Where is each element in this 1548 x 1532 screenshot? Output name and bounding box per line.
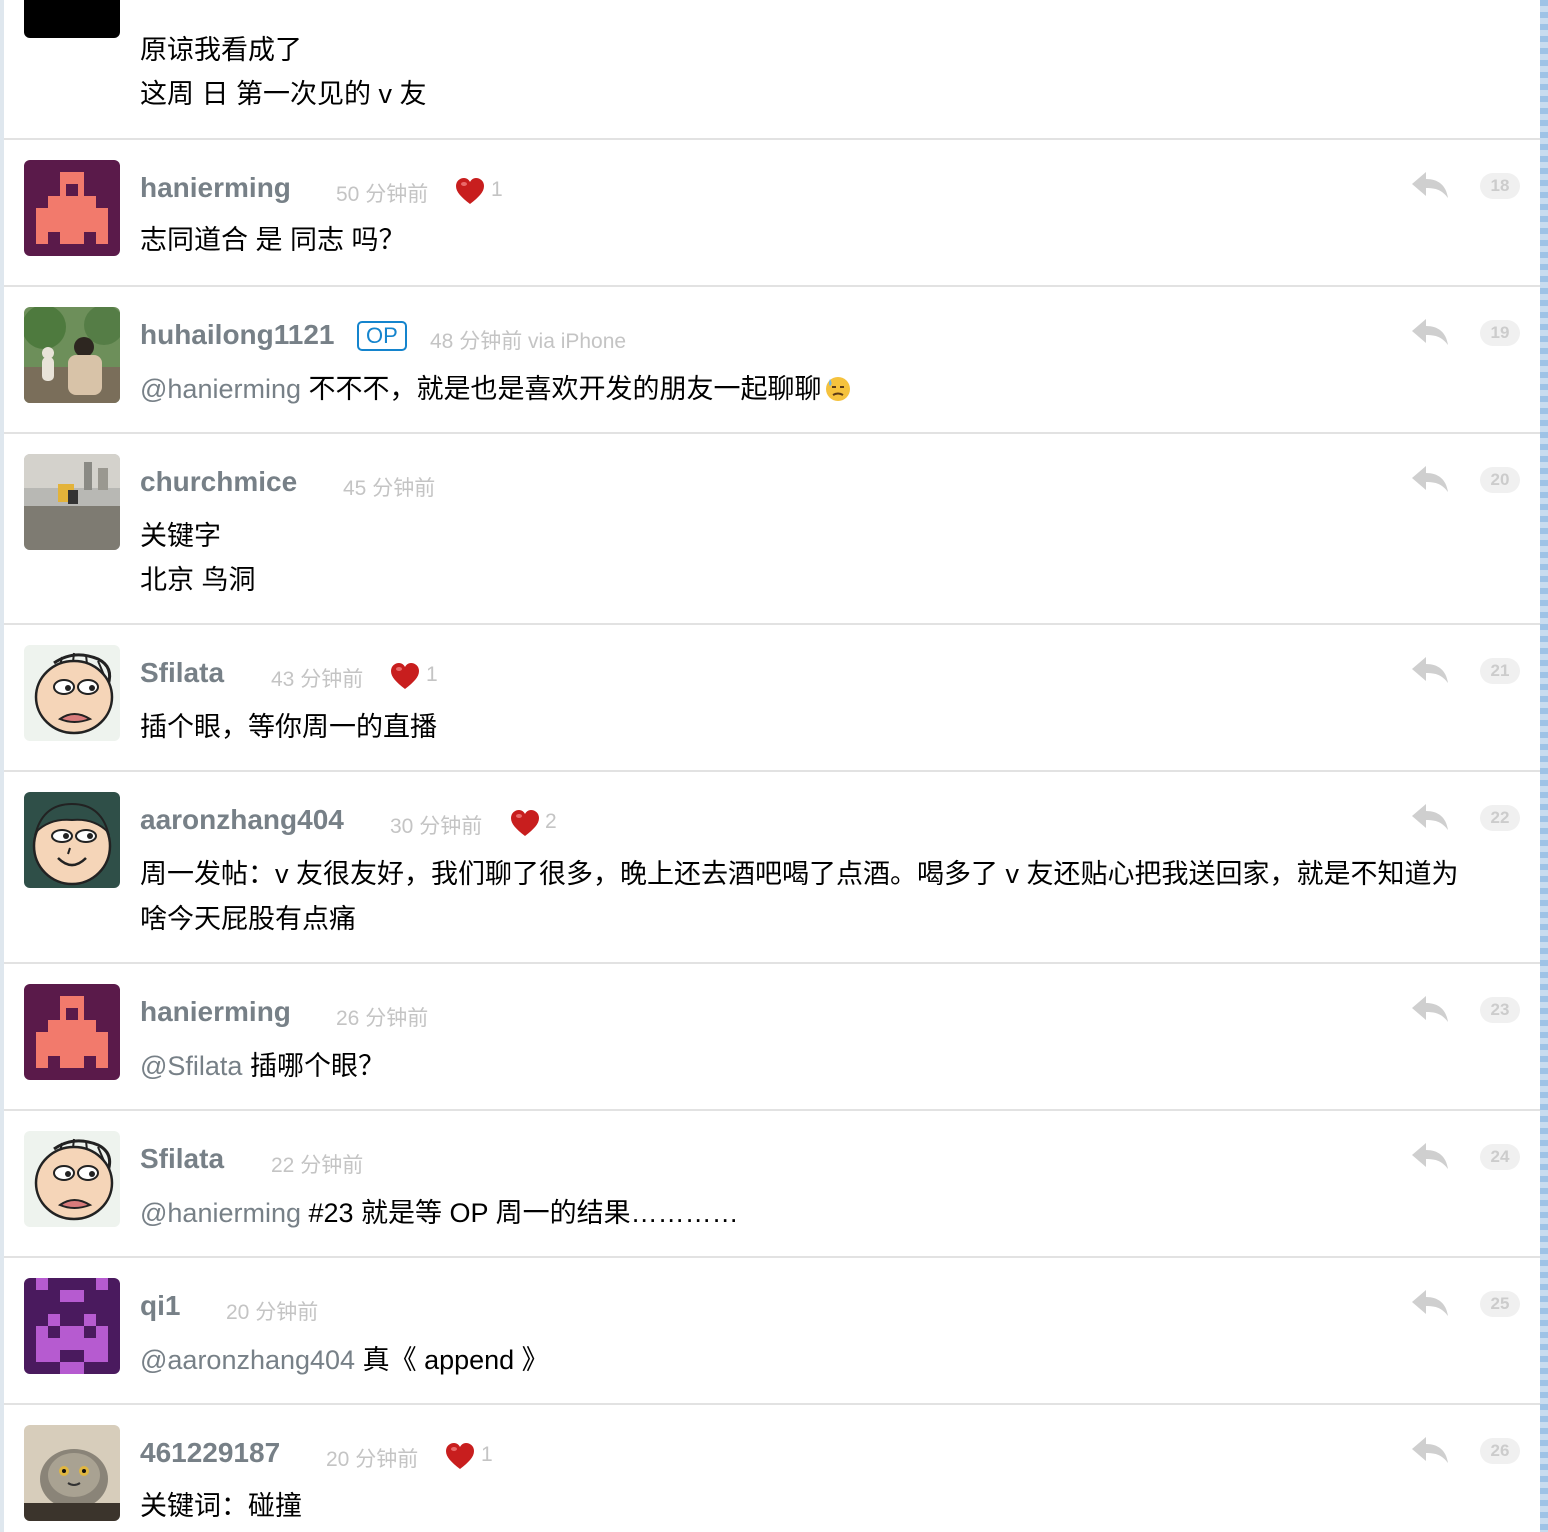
reply-cell: Sfilata 22 分钟前 24 @hanierming #23 就是等 OP… — [4, 1111, 1540, 1258]
floor-number: 23 — [1480, 997, 1520, 1023]
like-count: 1 — [481, 1443, 493, 1466]
reply-icon[interactable] — [1410, 1141, 1450, 1171]
reply-time: 48 分钟前 via iPhone — [430, 330, 627, 353]
reply-text: #23 就是等 OP 周一的结果………… — [301, 1198, 739, 1228]
reply-time: 30 分钟前 — [390, 815, 483, 838]
floor-number: 22 — [1480, 805, 1520, 831]
floor-number: 21 — [1480, 658, 1520, 684]
reply-content: @hanierming #23 就是等 OP 周一的结果………… — [140, 1191, 739, 1236]
avatar[interactable] — [24, 0, 120, 38]
reply-content: 志同道合 是 同志 吗？ — [140, 225, 406, 255]
reply-content: 关键词：碰撞 — [140, 1491, 302, 1521]
username[interactable]: hanierming — [140, 996, 291, 1028]
heart-icon[interactable] — [510, 809, 540, 837]
reply-time: 20 分钟前 — [326, 1448, 419, 1471]
avatar[interactable] — [24, 454, 120, 550]
mention-link[interactable]: @Sfilata — [140, 1051, 242, 1081]
op-badge: OP — [357, 321, 407, 351]
avatar[interactable] — [24, 792, 120, 888]
username[interactable]: aaronzhang404 — [140, 804, 344, 836]
floor-number: 26 — [1480, 1438, 1520, 1464]
reply-icon[interactable] — [1410, 802, 1450, 832]
reply-cell: qi1 20 分钟前 25 @aaronzhang404 真《 append 》 — [4, 1258, 1540, 1405]
reply-icon[interactable] — [1410, 170, 1450, 200]
floor-number: 24 — [1480, 1144, 1520, 1170]
reply-cell: churchmice 45 分钟前 20 关键字 北京 鸟洞 — [4, 434, 1540, 625]
like-count: 2 — [545, 810, 557, 833]
reply-icon[interactable] — [1410, 1288, 1450, 1318]
reply-content-line: 北京 鸟洞 — [140, 565, 256, 595]
page-right-edge — [1540, 0, 1548, 1532]
sweat-emoji-icon — [825, 377, 850, 401]
reply-text: 插哪个眼？ — [242, 1051, 385, 1081]
avatar[interactable] — [24, 984, 120, 1080]
reply-content-line: 关键字 — [140, 521, 221, 551]
avatar[interactable] — [24, 1131, 120, 1227]
username[interactable]: churchmice — [140, 466, 297, 498]
heart-icon[interactable] — [455, 177, 485, 205]
reply-icon[interactable] — [1410, 1435, 1450, 1465]
mention-link[interactable]: @hanierming — [140, 1198, 301, 1228]
reply-cell: aaronzhang404 30 分钟前 2 22 周一发帖：v 友很友好，我们… — [4, 772, 1540, 964]
reply-time: 22 分钟前 — [271, 1154, 364, 1177]
reply-content: 插个眼，等你周一的直播 — [140, 712, 437, 742]
floor-number: 20 — [1480, 467, 1520, 493]
reply-time: 20 分钟前 — [226, 1301, 319, 1324]
reply-text: 真《 append 》 — [355, 1345, 549, 1375]
reply-cell: huhailong1121 OP 48 分钟前 via iPhone 19 @h… — [4, 287, 1540, 434]
floor-number: 25 — [1480, 1291, 1520, 1317]
reply-cell: 原谅我看成了 这周 日 第一次见的 v 友 — [4, 0, 1540, 140]
username[interactable]: Sfilata — [140, 1143, 224, 1175]
reply-cell: 461229187 20 分钟前 1 26 关键词：碰撞 — [4, 1405, 1540, 1532]
reply-content: @hanierming 不不不，就是也是喜欢开发的朋友一起聊聊 — [140, 367, 852, 412]
reply-content: @aaronzhang404 真《 append 》 — [140, 1338, 549, 1383]
reply-content: @Sfilata 插哪个眼？ — [140, 1044, 385, 1089]
avatar[interactable] — [24, 645, 120, 741]
mention-link[interactable]: @aaronzhang404 — [140, 1345, 355, 1375]
reply-time: 45 分钟前 — [343, 477, 436, 500]
username[interactable]: hanierming — [140, 172, 291, 204]
like-count: 1 — [426, 663, 438, 686]
reply-text: 不不不，就是也是喜欢开发的朋友一起聊聊 — [301, 374, 822, 404]
reply-cell: hanierming 50 分钟前 1 18 志同道合 是 同志 吗？ — [4, 140, 1540, 287]
reply-list: 原谅我看成了 这周 日 第一次见的 v 友 hanierming 50 分钟前 … — [4, 0, 1540, 1532]
reply-content-line: 这周 日 第一次见的 v 友 — [140, 79, 427, 109]
floor-number: 19 — [1480, 320, 1520, 346]
avatar[interactable] — [24, 1278, 120, 1374]
reply-icon[interactable] — [1410, 317, 1450, 347]
floor-number: 18 — [1480, 173, 1520, 199]
heart-icon[interactable] — [390, 662, 420, 690]
mention-link[interactable]: @hanierming — [140, 374, 301, 404]
reply-icon[interactable] — [1410, 994, 1450, 1024]
avatar[interactable] — [24, 307, 120, 403]
reply-content-line: 原谅我看成了 — [140, 35, 302, 65]
reply-cell: hanierming 26 分钟前 23 @Sfilata 插哪个眼？ — [4, 964, 1540, 1111]
reply-content-line: 啥今天屁股有点痛 — [140, 904, 356, 934]
reply-time: 26 分钟前 — [336, 1007, 429, 1030]
reply-icon[interactable] — [1410, 464, 1450, 494]
username[interactable]: qi1 — [140, 1290, 180, 1322]
reply-time: 50 分钟前 — [336, 183, 429, 206]
username[interactable]: 461229187 — [140, 1437, 280, 1469]
reply-cell: Sfilata 43 分钟前 1 21 插个眼，等你周一的直播 — [4, 625, 1540, 772]
username[interactable]: Sfilata — [140, 657, 224, 689]
reply-content-line: 周一发帖：v 友很友好，我们聊了很多，晚上还去酒吧喝了点酒。喝多了 v 友还贴心… — [140, 859, 1459, 889]
username[interactable]: huhailong1121 — [140, 319, 335, 351]
avatar[interactable] — [24, 1425, 120, 1521]
reply-icon[interactable] — [1410, 655, 1450, 685]
like-count: 1 — [491, 178, 503, 201]
avatar[interactable] — [24, 160, 120, 256]
heart-icon[interactable] — [445, 1442, 475, 1470]
reply-time: 43 分钟前 — [271, 668, 364, 691]
